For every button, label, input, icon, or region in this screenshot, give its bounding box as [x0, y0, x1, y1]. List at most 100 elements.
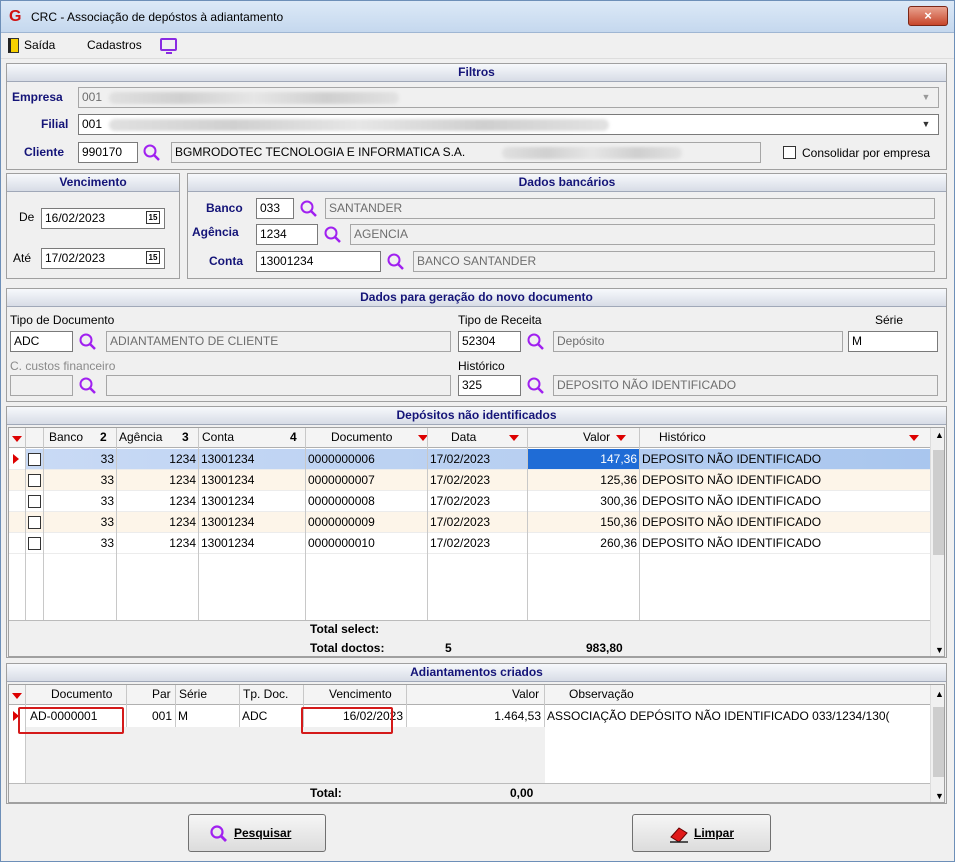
cell-agencia[interactable]: 1234	[117, 512, 198, 533]
chevron-down-icon[interactable]: ▼	[918, 115, 934, 134]
cell-valor[interactable]: 260,36	[528, 533, 639, 554]
scroll-down-icon[interactable]: ▼	[935, 791, 944, 801]
col-observacao[interactable]: Observação	[567, 685, 636, 705]
col-serie[interactable]: Série	[177, 685, 209, 705]
cell-valor[interactable]: 147,36	[528, 449, 639, 470]
search-icon[interactable]	[78, 376, 98, 396]
ccustos-input[interactable]	[10, 375, 73, 396]
col-valor[interactable]: Valor	[510, 685, 541, 705]
col-documento[interactable]: Documento	[49, 685, 114, 705]
cell-banco[interactable]: 33	[44, 470, 116, 491]
scroll-down-icon[interactable]: ▼	[935, 645, 944, 655]
calendar-icon[interactable]: 15	[146, 211, 160, 224]
table-row[interactable]: 33 1234 13001234 0000000008 17/02/2023 300,36…	[9, 491, 930, 512]
row-checkbox[interactable]	[28, 453, 41, 466]
limpar-button[interactable]: Limpar	[632, 814, 771, 852]
cell-historico[interactable]: DEPOSITO NÃO IDENTIFICADO	[640, 470, 930, 491]
cell-data[interactable]: 17/02/2023	[428, 491, 527, 512]
cell-observacao[interactable]: ASSOCIAÇÃO DEPÓSITO NÃO IDENTIFICADO 033…	[545, 706, 930, 727]
cell-agencia[interactable]: 1234	[117, 491, 198, 512]
cell-conta[interactable]: 13001234	[199, 512, 305, 533]
cell-documento[interactable]: 0000000009	[306, 512, 427, 533]
row-checkbox[interactable]	[28, 516, 41, 529]
consolidar-checkbox[interactable]	[783, 146, 796, 159]
scroll-up-icon[interactable]: ▲	[935, 689, 944, 699]
search-icon[interactable]	[299, 199, 319, 219]
cell-valor[interactable]: 150,36	[528, 512, 639, 533]
cell-serie[interactable]: M	[176, 706, 238, 727]
cell-documento[interactable]: 0000000008	[306, 491, 427, 512]
close-button[interactable]: ×	[908, 6, 948, 26]
cell-conta[interactable]: 13001234	[199, 449, 305, 470]
cell-data[interactable]: 17/02/2023	[428, 449, 527, 470]
cell-tpdoc[interactable]: ADC	[240, 706, 302, 727]
col-tpdoc[interactable]: Tp. Doc.	[241, 685, 290, 705]
col-historico[interactable]: Histórico	[657, 428, 708, 448]
cell-valor[interactable]: 1.464,53	[407, 706, 543, 727]
cell-historico[interactable]: DEPOSITO NÃO IDENTIFICADO	[640, 449, 930, 470]
cell-data[interactable]: 17/02/2023	[428, 470, 527, 491]
cell-documento[interactable]: 0000000007	[306, 470, 427, 491]
search-icon[interactable]	[142, 143, 162, 163]
filter-icon[interactable]	[509, 435, 519, 441]
conta-input[interactable]: 13001234	[256, 251, 381, 272]
cell-banco[interactable]: 33	[44, 491, 116, 512]
chevron-down-icon[interactable]: ▼	[918, 88, 934, 107]
cell-agencia[interactable]: 1234	[117, 533, 198, 554]
pesquisar-button[interactable]: Pesquisar	[188, 814, 326, 852]
scroll-up-icon[interactable]: ▲	[935, 430, 944, 440]
cell-conta[interactable]: 13001234	[199, 491, 305, 512]
cell-conta[interactable]: 13001234	[199, 470, 305, 491]
cell-historico[interactable]: DEPOSITO NÃO IDENTIFICADO	[640, 491, 930, 512]
cell-historico[interactable]: DEPOSITO NÃO IDENTIFICADO	[640, 512, 930, 533]
banco-input[interactable]: 033	[256, 198, 294, 219]
col-data[interactable]: Data	[449, 428, 478, 448]
table-row[interactable]: 33 1234 13001234 0000000010 17/02/2023 260,36…	[9, 533, 930, 554]
col-valor[interactable]: Valor	[581, 428, 612, 448]
adiantamentos-scrollbar[interactable]: ▲ ▼	[930, 685, 944, 802]
search-icon[interactable]	[526, 332, 546, 352]
cell-valor[interactable]: 125,36	[528, 470, 639, 491]
search-icon[interactable]	[526, 376, 546, 396]
col-par[interactable]: Par	[150, 685, 173, 705]
tipo-receita-input[interactable]: 52304	[458, 331, 521, 352]
col-agencia[interactable]: Agência	[117, 428, 164, 448]
search-icon[interactable]	[323, 225, 343, 245]
calendar-icon[interactable]: 15	[146, 251, 160, 264]
table-row[interactable]: 33 1234 13001234 0000000007 17/02/2023 125,36…	[9, 470, 930, 491]
table-row[interactable]: AD-0000001 001 M ADC 16/02/2023 1.464,53 ASSOC…	[9, 706, 930, 727]
historico-input[interactable]: 325	[458, 375, 521, 396]
filter-icon[interactable]	[909, 435, 919, 441]
depositos-scrollbar[interactable]: ▲ ▼	[930, 428, 944, 656]
cell-conta[interactable]: 13001234	[199, 533, 305, 554]
row-checkbox[interactable]	[28, 537, 41, 550]
menu-cadastros[interactable]: Cadastros	[87, 38, 142, 52]
cell-banco[interactable]: 33	[44, 533, 116, 554]
col-vencimento[interactable]: Vencimento	[327, 685, 394, 705]
row-checkbox[interactable]	[28, 495, 41, 508]
col-banco[interactable]: Banco	[47, 428, 85, 448]
col-conta[interactable]: Conta	[200, 428, 236, 448]
cell-agencia[interactable]: 1234	[117, 470, 198, 491]
cell-valor[interactable]: 300,36	[528, 491, 639, 512]
scroll-thumb[interactable]	[933, 707, 944, 777]
cell-documento[interactable]: 0000000010	[306, 533, 427, 554]
tipo-documento-input[interactable]: ADC	[10, 331, 73, 352]
col-documento[interactable]: Documento	[329, 428, 394, 448]
cell-data[interactable]: 17/02/2023	[428, 533, 527, 554]
menu-saida[interactable]: Saída	[24, 38, 55, 52]
table-row[interactable]: 33 1234 13001234 0000000009 17/02/2023 150,36…	[9, 512, 930, 533]
cell-data[interactable]: 17/02/2023	[428, 512, 527, 533]
search-icon[interactable]	[78, 332, 98, 352]
cell-documento[interactable]: 0000000006	[306, 449, 427, 470]
table-row[interactable]: 33 1234 13001234 0000000006 17/02/2023 147,36…	[9, 449, 930, 470]
filter-icon[interactable]	[616, 435, 626, 441]
serie-input[interactable]: M	[848, 331, 938, 352]
cell-agencia[interactable]: 1234	[117, 449, 198, 470]
cell-banco[interactable]: 33	[44, 512, 116, 533]
search-icon[interactable]	[386, 252, 406, 272]
cliente-input[interactable]: 990170	[78, 142, 138, 163]
scroll-thumb[interactable]	[933, 450, 944, 555]
cell-banco[interactable]: 33	[44, 449, 116, 470]
cell-par[interactable]: 001	[127, 706, 174, 727]
